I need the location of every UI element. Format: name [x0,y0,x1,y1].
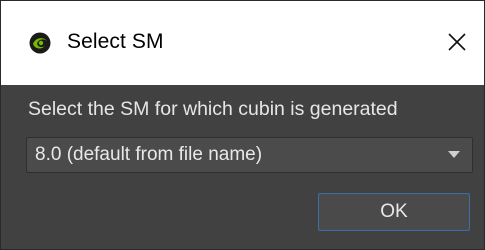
sm-select-value: 8.0 (default from file name) [35,144,263,165]
select-sm-dialog: Select SM Select the SM for which cubin … [0,0,485,250]
ok-button[interactable]: OK [318,193,470,231]
chevron-down-icon [448,151,460,158]
close-button[interactable] [436,21,478,63]
nvidia-eye-icon [29,32,51,54]
title-bar: Select SM [1,1,484,85]
prompt-label: Select the SM for which cubin is generat… [28,98,398,120]
dialog-body: Select the SM for which cubin is generat… [1,85,484,249]
close-icon [448,33,466,51]
ok-button-label: OK [380,201,408,222]
window-title: Select SM [67,30,164,53]
sm-select[interactable]: 8.0 (default from file name) [26,137,473,173]
